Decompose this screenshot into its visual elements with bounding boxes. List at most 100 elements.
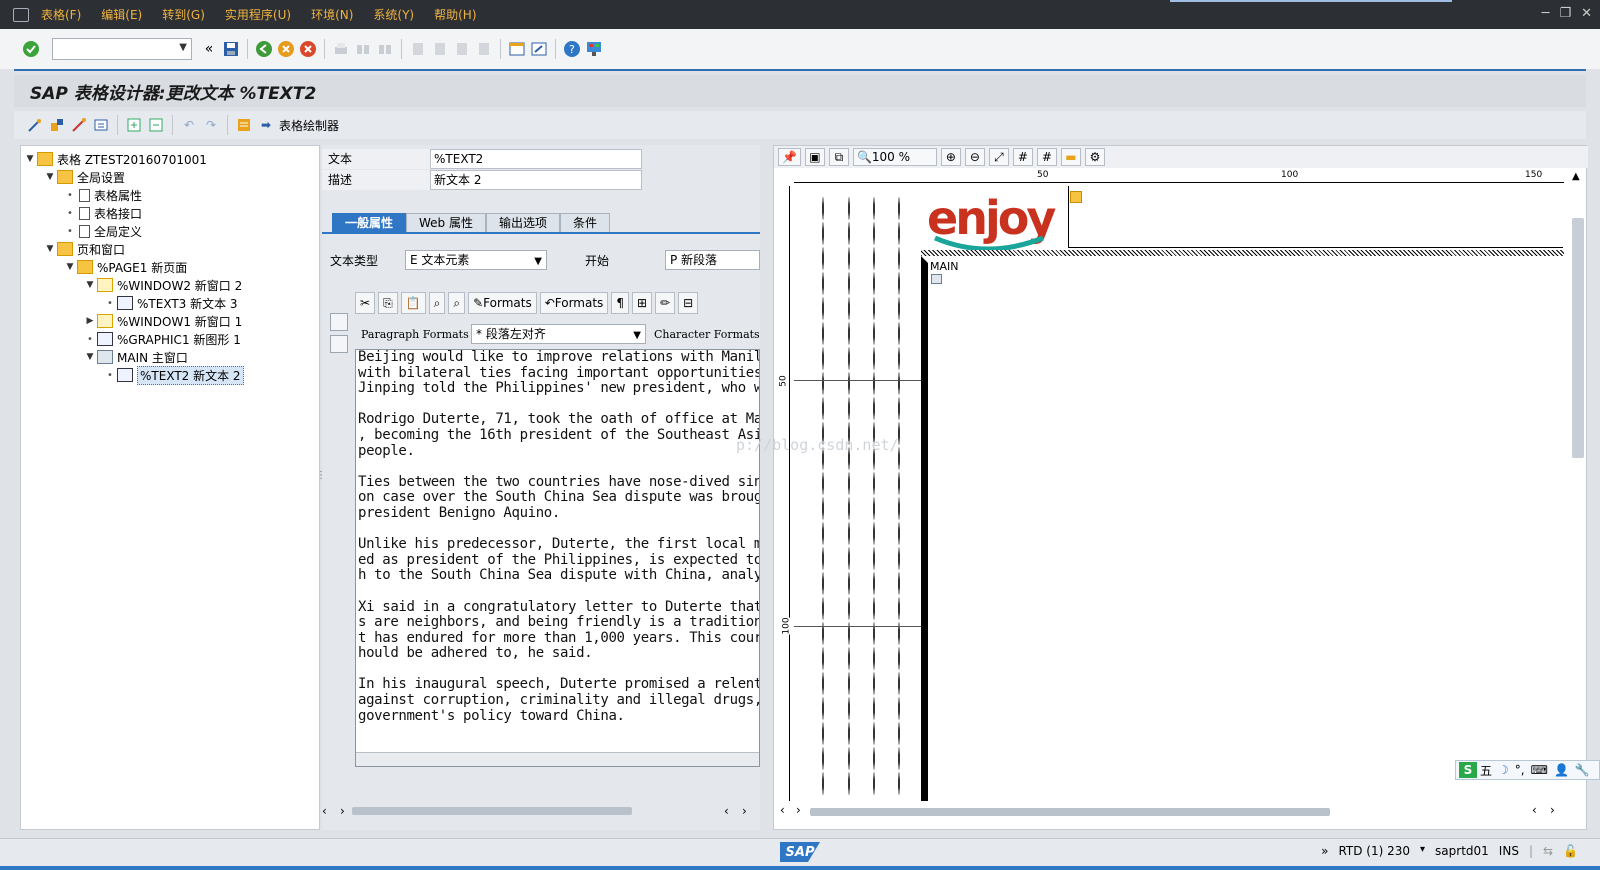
ruler-icon[interactable]: ▬ xyxy=(1060,148,1081,166)
replace-icon[interactable]: ⌕ xyxy=(448,292,466,314)
shortcut-icon[interactable] xyxy=(530,40,548,58)
print-icon[interactable] xyxy=(332,40,350,58)
maximize-icon[interactable]: ❐ xyxy=(1559,6,1571,21)
new-session-icon[interactable] xyxy=(508,40,526,58)
command-field[interactable]: ▼ xyxy=(52,38,192,60)
chevron-down-icon[interactable]: ▼ xyxy=(63,262,77,272)
splitter-handle[interactable]: ⋮ xyxy=(316,470,326,500)
tab-web-properties[interactable]: Web 属性 xyxy=(406,213,486,233)
grid-settings-icon[interactable]: # xyxy=(1036,148,1057,166)
scroll-thumb[interactable] xyxy=(810,808,1330,816)
user-icon[interactable]: 👤 xyxy=(1554,763,1569,777)
field-list-icon[interactable] xyxy=(235,116,253,134)
back-icon[interactable] xyxy=(255,40,273,58)
select-icon[interactable]: ▣ xyxy=(804,148,825,166)
form-painter-button[interactable]: 表格绘制器 xyxy=(279,117,339,134)
graphic-logo[interactable]: enjoy xyxy=(927,190,1056,252)
edit-mode-icon[interactable] xyxy=(330,313,348,331)
keyboard-icon[interactable]: ⌨ xyxy=(1531,763,1548,777)
window2-frame[interactable] xyxy=(1068,186,1563,248)
previous-page-icon[interactable] xyxy=(431,40,449,58)
menu-form[interactable]: 表格(F) xyxy=(41,6,81,23)
exit-icon[interactable] xyxy=(277,40,295,58)
save-icon[interactable] xyxy=(222,40,240,58)
change-editor-icon[interactable] xyxy=(330,335,348,353)
next-page-icon[interactable] xyxy=(453,40,471,58)
horizontal-scrollbar[interactable]: ‹ › ‹ › xyxy=(322,802,760,820)
chevron-right-icon[interactable]: ▶ xyxy=(83,316,97,326)
text-type-select[interactable]: E 文本元素 ▼ xyxy=(405,250,547,270)
tree-node-pages-windows[interactable]: ▼ 页和窗口 xyxy=(21,240,319,258)
undo-formats-button[interactable]: ↶ Formats xyxy=(539,292,609,314)
scroll-left-icon[interactable]: ‹ xyxy=(322,804,327,818)
tab-general-attributes[interactable]: 一般属性 xyxy=(332,213,407,233)
minimize-icon[interactable]: ─ xyxy=(1542,6,1550,21)
menu-environment[interactable]: 环境(N) xyxy=(311,6,353,23)
tree-node-window1[interactable]: ▶ %WINDOW1 新窗口 1 xyxy=(21,312,319,330)
delete-field-icon[interactable]: ⊟ xyxy=(678,292,699,314)
pencil-icon[interactable]: ✏ xyxy=(655,292,676,314)
menu-system[interactable]: 系统(Y) xyxy=(373,6,414,23)
find-text-icon[interactable]: ⌕ xyxy=(428,292,446,314)
tree-node-graphic1[interactable]: • %GRAPHIC1 新图形 1 xyxy=(21,330,319,348)
scroll-right-icon[interactable]: › xyxy=(796,803,801,817)
cancel-icon[interactable] xyxy=(299,40,317,58)
chevron-down-icon[interactable]: ▼ xyxy=(83,280,97,290)
pin-icon[interactable]: 📌 xyxy=(778,148,801,166)
menu-utilities[interactable]: 实用程序(U) xyxy=(225,6,291,23)
scroll-right-icon[interactable]: › xyxy=(742,804,747,818)
zoom-in-icon[interactable]: ⊕ xyxy=(940,148,961,166)
tree-node-global-settings[interactable]: ▼ 全局设置 xyxy=(21,168,319,186)
chevron-down-icon[interactable]: ▼ xyxy=(23,154,37,164)
punctuation-icon[interactable]: °, xyxy=(1515,763,1525,777)
text-name-field[interactable]: %TEXT2 xyxy=(430,149,642,169)
expand-status-icon[interactable]: » xyxy=(1321,844,1328,858)
painter-horizontal-scrollbar[interactable]: ‹ › ‹ › xyxy=(774,803,1588,821)
paragraph-format-select[interactable]: * 段落左对齐 ▼ xyxy=(471,324,646,344)
scroll-left-icon[interactable]: ‹ xyxy=(1532,803,1537,817)
ime-input-mode[interactable]: 五 xyxy=(1480,762,1492,779)
scroll-right-icon[interactable]: › xyxy=(340,804,345,818)
zoom-select[interactable]: 🔍 100 % xyxy=(852,148,937,166)
grid-icon[interactable]: # xyxy=(1012,148,1033,166)
tree-node-global-definitions[interactable]: • 全局定义 xyxy=(21,222,319,240)
tree-node-main[interactable]: ▼ MAIN 主窗口 xyxy=(21,348,319,366)
tree-node-text2[interactable]: • %TEXT2 新文本 2 xyxy=(21,365,319,385)
menu-help[interactable]: 帮助(H) xyxy=(434,6,476,23)
enter-icon[interactable] xyxy=(22,40,40,58)
lock-icon[interactable]: 🔓 xyxy=(1563,844,1578,858)
paste-icon[interactable]: 📋 xyxy=(400,292,426,314)
find-icon[interactable] xyxy=(354,40,372,58)
text-editor[interactable]: Beijing would like to improve relations … xyxy=(355,349,760,767)
tab-output-options[interactable]: 输出选项 xyxy=(486,213,561,233)
collapse-tree-icon[interactable] xyxy=(147,116,165,134)
scroll-thumb[interactable] xyxy=(352,807,632,815)
tree-node-page1[interactable]: ▼ %PAGE1 新页面 xyxy=(21,258,319,276)
wrench-icon[interactable]: 🔧 xyxy=(1575,763,1590,777)
check-icon[interactable] xyxy=(70,116,88,134)
find-next-icon[interactable] xyxy=(376,40,394,58)
tree-node-form-attributes[interactable]: • 表格属性 xyxy=(21,186,319,204)
tab-conditions[interactable]: 条件 xyxy=(560,213,611,233)
vertical-scroll-thumb[interactable] xyxy=(1572,218,1584,458)
chevron-down-icon[interactable]: ▾ xyxy=(1420,844,1425,858)
tree-node-form-interface[interactable]: • 表格接口 xyxy=(21,204,319,222)
page-canvas[interactable]: enjoy MAIN xyxy=(794,186,1564,801)
start-select[interactable]: P 新段落 xyxy=(665,250,760,270)
layout-menu-icon[interactable] xyxy=(585,40,603,58)
tree-node-window2[interactable]: ▼ %WINDOW2 新窗口 2 xyxy=(21,276,319,294)
first-page-icon[interactable] xyxy=(409,40,427,58)
fit-page-icon[interactable]: ⤢ xyxy=(988,148,1009,166)
pilcrow-icon[interactable]: ¶ xyxy=(611,292,629,314)
test-icon[interactable] xyxy=(92,116,110,134)
settings-icon[interactable]: ⚙ xyxy=(1084,148,1105,166)
copy-icon[interactable]: ⎘ xyxy=(378,292,398,314)
cut-icon[interactable]: ✂ xyxy=(355,292,376,314)
description-field[interactable]: 新文本 2 xyxy=(430,170,642,190)
sap-menu-icon[interactable] xyxy=(13,7,29,22)
zoom-out-icon[interactable]: ⊖ xyxy=(964,148,985,166)
help-icon[interactable]: ? xyxy=(563,40,581,58)
redo-icon[interactable]: ↷ xyxy=(202,116,220,134)
ime-logo-icon[interactable]: S xyxy=(1459,762,1477,778)
collapse-icon[interactable]: « xyxy=(200,40,218,58)
